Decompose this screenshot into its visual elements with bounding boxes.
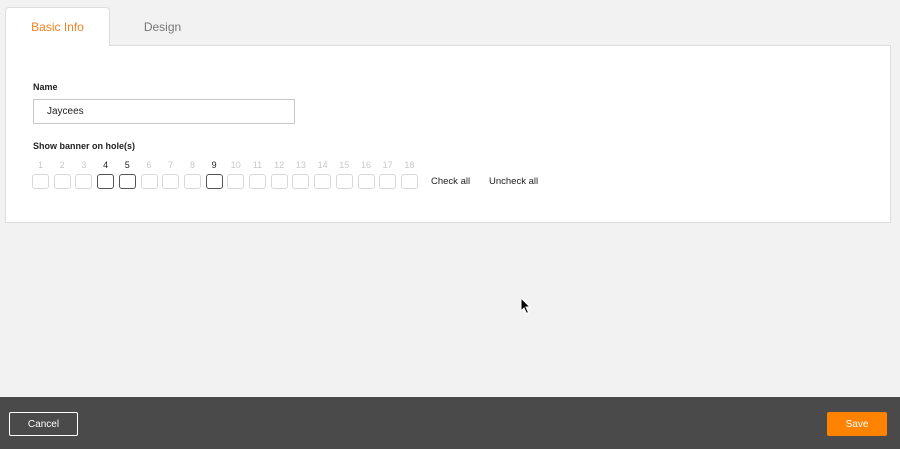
hole-15[interactable]: 15 (335, 159, 353, 189)
hole-number-label: 18 (404, 160, 415, 170)
footer-bar: Cancel Save (0, 397, 900, 449)
uncheck-all-link[interactable]: Uncheck all (489, 176, 538, 187)
hole-checkbox[interactable] (162, 174, 180, 189)
hole-number-label: 16 (360, 160, 371, 170)
hole-checkbox[interactable] (227, 174, 245, 189)
name-label: Name (33, 82, 58, 92)
hole-checkbox[interactable] (75, 174, 93, 189)
hole-number-label: 12 (274, 160, 285, 170)
hole-9[interactable]: 9 (205, 159, 223, 189)
hole-checkbox[interactable] (205, 174, 223, 189)
hole-checkbox[interactable] (400, 174, 418, 189)
hole-14[interactable]: 14 (314, 159, 332, 189)
hole-17[interactable]: 17 (379, 159, 397, 189)
hole-1[interactable]: 1 (32, 159, 49, 189)
hole-number-label: 3 (81, 160, 87, 170)
hole-checkbox[interactable] (270, 174, 288, 189)
hole-checkbox[interactable] (118, 174, 136, 189)
hole-checkbox[interactable] (140, 174, 158, 189)
hole-6[interactable]: 6 (140, 159, 158, 189)
hole-number-label: 7 (168, 160, 174, 170)
hole-number-label: 13 (295, 160, 306, 170)
hole-checkbox[interactable] (53, 174, 71, 189)
hole-number-label: 14 (317, 160, 328, 170)
hole-number-label: 17 (382, 160, 393, 170)
save-button[interactable]: Save (827, 412, 887, 436)
hole-checkbox[interactable] (292, 174, 310, 189)
hole-13[interactable]: 13 (292, 159, 310, 189)
hole-checkbox[interactable] (32, 174, 49, 189)
basic-info-panel: Name Show banner on hole(s) 123456789101… (5, 45, 891, 223)
hole-4[interactable]: 4 (97, 159, 115, 189)
hole-10[interactable]: 10 (227, 159, 245, 189)
hole-number-label: 8 (189, 160, 195, 170)
hole-2[interactable]: 2 (53, 159, 71, 189)
hole-number-label: 4 (103, 160, 109, 170)
hole-12[interactable]: 12 (270, 159, 288, 189)
name-input[interactable] (33, 99, 295, 124)
tab-design[interactable]: Design (110, 7, 215, 46)
hole-checkbox[interactable] (97, 174, 115, 189)
hole-checkbox[interactable] (335, 174, 353, 189)
tab-basic-info[interactable]: Basic Info (5, 7, 110, 46)
hole-5[interactable]: 5 (118, 159, 136, 189)
hole-18[interactable]: 18 (400, 159, 418, 189)
banner-holes-label: Show banner on hole(s) (33, 141, 136, 151)
hole-number-label: 11 (252, 160, 263, 170)
check-all-link[interactable]: Check all (431, 176, 470, 187)
hole-checkbox[interactable] (357, 174, 375, 189)
hole-number-label: 1 (37, 160, 43, 170)
hole-checkbox[interactable] (379, 174, 397, 189)
hole-checkbox[interactable] (249, 174, 266, 189)
hole-3[interactable]: 3 (75, 159, 93, 189)
hole-number-label: 6 (146, 160, 152, 170)
hole-number-label: 10 (230, 160, 241, 170)
mouse-pointer-icon (520, 297, 532, 315)
hole-number-label: 9 (211, 160, 217, 170)
hole-checkbox[interactable] (183, 174, 201, 189)
hole-11[interactable]: 11 (249, 159, 266, 189)
hole-checkbox[interactable] (314, 174, 332, 189)
hole-number-label: 15 (339, 160, 350, 170)
tab-bar: Basic Info Design (5, 7, 215, 46)
hole-7[interactable]: 7 (162, 159, 180, 189)
hole-number-label: 2 (59, 160, 65, 170)
hole-number-label: 5 (124, 160, 130, 170)
hole-8[interactable]: 8 (183, 159, 201, 189)
cancel-button[interactable]: Cancel (9, 412, 78, 436)
hole-16[interactable]: 16 (357, 159, 375, 189)
